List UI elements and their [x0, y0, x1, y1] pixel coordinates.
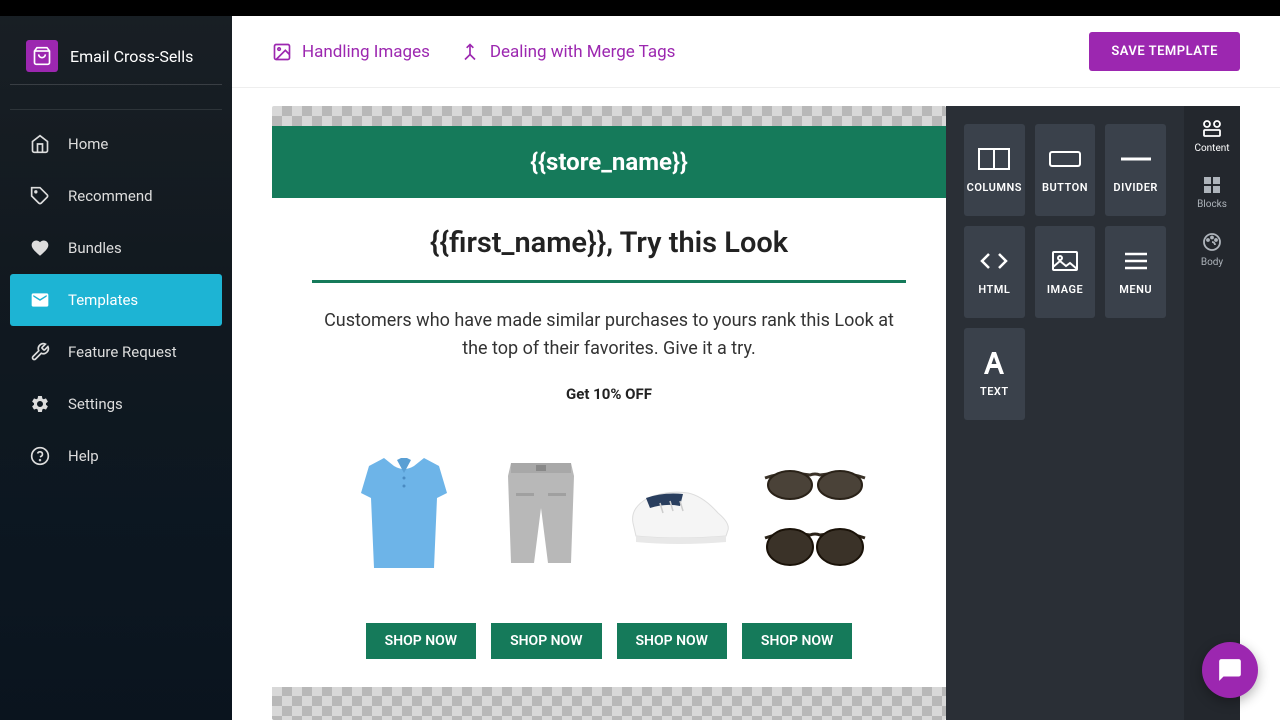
product-polo[interactable]: [341, 443, 466, 583]
email-store-header[interactable]: {{store_name}}: [272, 126, 946, 198]
chat-fab[interactable]: [1202, 642, 1258, 698]
sidebar-item-templates[interactable]: Templates: [10, 274, 222, 326]
sidebar-item-label: Templates: [68, 291, 138, 309]
right-tabs: Content Blocks Body: [1184, 106, 1240, 720]
block-image[interactable]: IMAGE: [1035, 226, 1096, 318]
tab-blocks[interactable]: Blocks: [1197, 176, 1227, 210]
divider-icon: [1119, 147, 1153, 171]
block-palette: COLUMNS BUTTON DIVIDER HTML: [946, 106, 1184, 720]
block-label: IMAGE: [1047, 283, 1083, 296]
block-label: BUTTON: [1042, 181, 1088, 194]
wrench-icon: [30, 342, 50, 362]
email-body-text[interactable]: Customers who have made similar purchase…: [312, 307, 906, 363]
right-rail: COLUMNS BUTTON DIVIDER HTML: [946, 106, 1240, 720]
brand-icon: [26, 40, 58, 72]
block-label: DIVIDER: [1113, 181, 1158, 194]
sidebar-item-bundles[interactable]: Bundles: [10, 222, 222, 274]
sidebar-item-home[interactable]: Home: [10, 118, 222, 170]
product-shorts[interactable]: [478, 443, 603, 583]
block-label: HTML: [978, 283, 1010, 296]
shop-now-button[interactable]: SHOP NOW: [491, 623, 601, 659]
sidebar-item-label: Bundles: [68, 239, 122, 257]
sidebar: Email Cross-Sells Home Recommend Bundles…: [0, 16, 232, 720]
block-button[interactable]: BUTTON: [1035, 124, 1096, 216]
shop-now-button[interactable]: SHOP NOW: [366, 623, 476, 659]
editor: {{store_name}} {{first_name}}, Try this …: [232, 88, 1280, 720]
sidebar-item-help[interactable]: Help: [10, 430, 222, 482]
block-label: COLUMNS: [967, 181, 1022, 194]
sidebar-item-feature-request[interactable]: Feature Request: [10, 326, 222, 378]
blocks-tab-icon: [1203, 176, 1221, 194]
menu-icon: [1119, 249, 1153, 273]
product-sneaker[interactable]: [615, 443, 740, 583]
columns-icon: [977, 147, 1011, 171]
email-canvas[interactable]: {{store_name}} {{first_name}}, Try this …: [272, 106, 946, 720]
tab-label: Body: [1201, 257, 1223, 268]
block-divider[interactable]: DIVIDER: [1105, 124, 1166, 216]
chat-icon: [1217, 657, 1243, 683]
help-icon: [30, 446, 50, 466]
text-icon: [977, 351, 1011, 375]
button-icon: [1048, 147, 1082, 171]
brand-title: Email Cross-Sells: [70, 47, 193, 66]
block-label: MENU: [1119, 283, 1152, 296]
block-text[interactable]: TEXT: [964, 328, 1025, 420]
brand-header: Email Cross-Sells: [10, 28, 222, 85]
mail-icon: [30, 290, 50, 310]
image-icon: [272, 42, 292, 62]
product-row[interactable]: [312, 443, 906, 583]
image-block-icon: [1048, 249, 1082, 273]
sidebar-item-label: Feature Request: [68, 343, 177, 361]
sidebar-item-recommend[interactable]: Recommend: [10, 170, 222, 222]
save-template-button[interactable]: SAVE TEMPLATE: [1089, 32, 1240, 71]
sidebar-item-label: Home: [68, 135, 108, 153]
sidebar-item-label: Recommend: [68, 187, 153, 205]
link-merge-tags[interactable]: Dealing with Merge Tags: [460, 42, 676, 62]
block-columns[interactable]: COLUMNS: [964, 124, 1025, 216]
sidebar-nav: Home Recommend Bundles Templates Feature…: [0, 93, 232, 490]
heart-icon: [30, 238, 50, 258]
main-area: Handling Images Dealing with Merge Tags …: [232, 16, 1280, 720]
block-label: TEXT: [980, 385, 1009, 398]
link-label: Dealing with Merge Tags: [490, 42, 676, 62]
email-divider[interactable]: [312, 280, 906, 283]
tab-label: Blocks: [1197, 199, 1227, 210]
tab-body[interactable]: Body: [1201, 232, 1223, 268]
content-tab-icon: [1202, 120, 1222, 138]
code-icon: [977, 249, 1011, 273]
email-headline[interactable]: {{first_name}}, Try this Look: [312, 226, 906, 260]
block-menu[interactable]: MENU: [1105, 226, 1166, 318]
gear-icon: [30, 394, 50, 414]
tab-content[interactable]: Content: [1194, 120, 1229, 154]
sidebar-item-label: Help: [68, 447, 99, 465]
merge-icon: [460, 42, 480, 62]
shop-button-row: SHOP NOW SHOP NOW SHOP NOW SHOP NOW: [312, 623, 906, 659]
home-icon: [30, 134, 50, 154]
tag-icon: [30, 186, 50, 206]
tab-label: Content: [1194, 143, 1229, 154]
email-offer[interactable]: Get 10% OFF: [312, 385, 906, 403]
sidebar-item-label: Settings: [68, 395, 123, 413]
product-sunglasses[interactable]: [752, 443, 877, 583]
topbar: Handling Images Dealing with Merge Tags …: [232, 16, 1280, 88]
link-handling-images[interactable]: Handling Images: [272, 42, 430, 62]
shop-now-button[interactable]: SHOP NOW: [617, 623, 727, 659]
link-label: Handling Images: [302, 42, 430, 62]
shop-now-button[interactable]: SHOP NOW: [742, 623, 852, 659]
sidebar-item-settings[interactable]: Settings: [10, 378, 222, 430]
block-html[interactable]: HTML: [964, 226, 1025, 318]
body-tab-icon: [1202, 232, 1222, 252]
